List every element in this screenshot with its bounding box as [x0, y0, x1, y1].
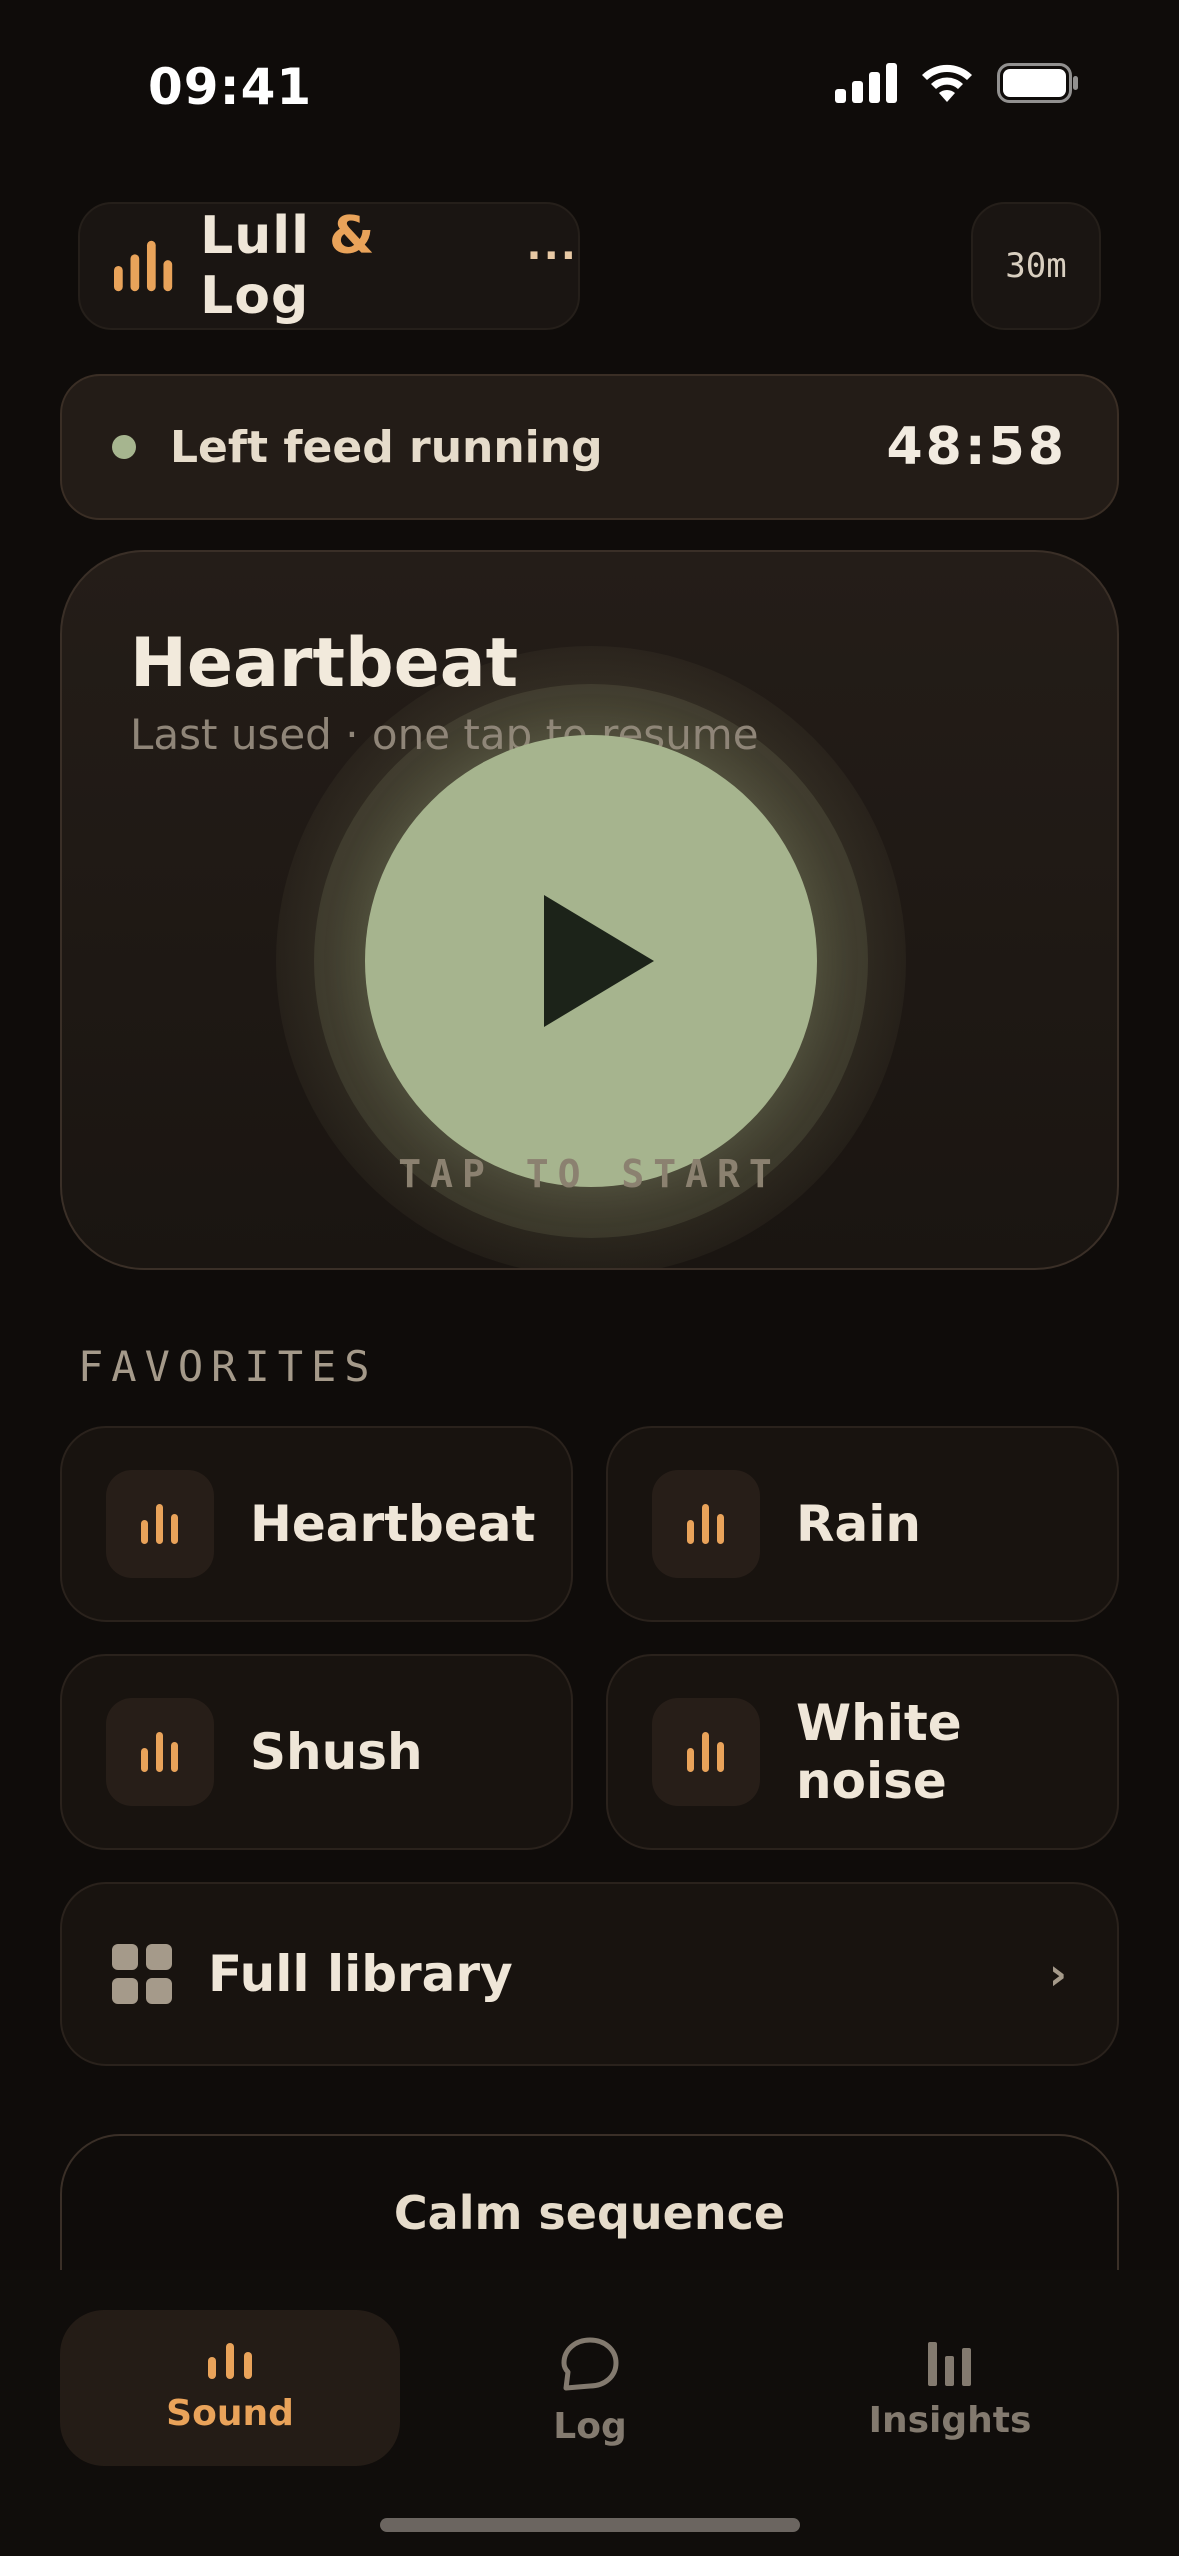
play-button[interactable] [365, 735, 817, 1187]
sound-bars-icon [114, 240, 173, 292]
now-playing-card: Heartbeat Last used · one tap to resume … [60, 550, 1119, 1270]
tab-insights[interactable]: Insights [800, 2316, 1100, 2466]
sound-tile-icon [106, 1698, 214, 1806]
sound-tile-icon [652, 1698, 760, 1806]
sound-bars-icon [141, 1732, 178, 1772]
favorite-label: Rain [796, 1495, 921, 1553]
sound-bars-icon [141, 1504, 178, 1544]
sound-tile-icon [106, 1470, 214, 1578]
favorite-rain[interactable]: Rain [606, 1426, 1119, 1622]
calm-sequence-label: Calm sequence [393, 2186, 786, 2240]
battery-icon [997, 63, 1078, 103]
favorite-heartbeat[interactable]: Heartbeat [60, 1426, 573, 1622]
tab-log[interactable]: Log [440, 2316, 740, 2466]
app-title-amp: & [329, 206, 376, 266]
favorite-shush[interactable]: Shush [60, 1654, 573, 1850]
sound-tile-icon [652, 1470, 760, 1578]
favorites-heading: FAVORITES [78, 1342, 378, 1391]
home-indicator [380, 2518, 800, 2532]
brand-menu-button[interactable]: Lull & Log ··· [78, 202, 580, 330]
tab-label: Insights [868, 2399, 1032, 2441]
sound-bars-icon [687, 1504, 724, 1544]
sound-title: Heartbeat [130, 624, 519, 703]
full-library-button[interactable]: Full library › [60, 1882, 1119, 2066]
status-time: 09:41 [148, 58, 313, 116]
wifi-icon [922, 64, 972, 102]
sound-bars-icon [687, 1732, 724, 1772]
bar-chart-icon [928, 2341, 971, 2386]
feed-running-banner[interactable]: Left feed running 48:58 [60, 374, 1119, 520]
status-icons [835, 62, 1079, 104]
tab-label: Sound [166, 2392, 294, 2434]
favorite-label: Heartbeat [250, 1495, 536, 1553]
tab-sound[interactable]: Sound [60, 2310, 400, 2466]
sound-bars-icon [208, 2342, 252, 2379]
feed-elapsed-time: 48:58 [886, 417, 1067, 477]
cellular-signal-icon [835, 63, 897, 103]
grid-icon [112, 1944, 172, 2004]
play-icon [544, 895, 654, 1027]
chat-bubble-icon [561, 2337, 619, 2390]
app-title-first: Lull [200, 206, 310, 266]
tab-label: Log [553, 2405, 627, 2447]
feed-status-label: Left feed running [170, 421, 603, 473]
more-icon: ··· [526, 233, 578, 279]
running-status-dot [112, 435, 136, 459]
full-library-label: Full library [208, 1945, 513, 2003]
app-title-last: Log [200, 266, 310, 326]
favorite-label: White noise [796, 1694, 962, 1810]
tap-to-start-label: TAP TO START [398, 1152, 781, 1196]
favorite-white-noise[interactable]: White noise [606, 1654, 1119, 1850]
app-title: Lull & Log [200, 206, 494, 326]
sleep-timer-button[interactable]: 30m [971, 202, 1101, 330]
favorite-label: Shush [250, 1723, 423, 1781]
chevron-right-icon: › [1048, 1948, 1067, 2000]
